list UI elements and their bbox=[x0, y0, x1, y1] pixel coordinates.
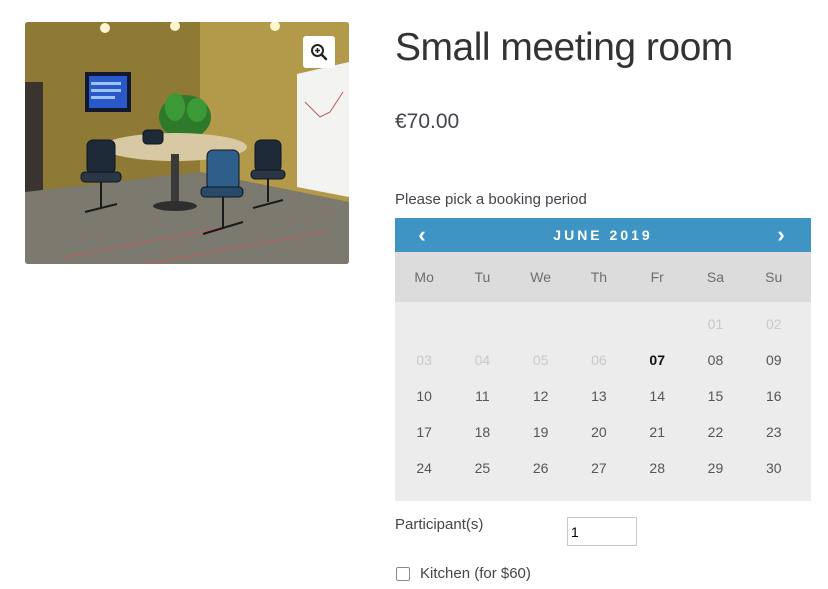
product-title: Small meeting room bbox=[395, 26, 733, 69]
calendar-week-row: 17 18 19 20 21 22 23 bbox=[395, 414, 811, 450]
calendar-days: 01 02 03 04 05 06 07 08 09 10 11 12 13 14 15 16 17 18 19 20… bbox=[395, 302, 811, 486]
zoom-button[interactable] bbox=[303, 36, 335, 68]
calendar-day: 03 bbox=[416, 352, 432, 368]
calendar-day[interactable]: 09 bbox=[745, 352, 803, 368]
calendar-day[interactable]: 14 bbox=[628, 388, 686, 404]
calendar-day[interactable]: 27 bbox=[570, 460, 628, 476]
calendar-week-row: 03 04 05 06 07 08 09 bbox=[395, 342, 811, 378]
calendar-month-label: JUNE 2019 bbox=[553, 227, 653, 243]
calendar-day[interactable]: 08 bbox=[686, 352, 744, 368]
zoom-in-icon bbox=[311, 44, 328, 61]
weekday-label: Th bbox=[590, 269, 608, 285]
kitchen-checkbox[interactable] bbox=[396, 566, 410, 581]
calendar-day[interactable]: 25 bbox=[453, 460, 511, 476]
calendar-day[interactable]: 15 bbox=[686, 388, 744, 404]
weekday-label: Fr bbox=[650, 269, 664, 285]
weekday-label: Sa bbox=[706, 269, 725, 285]
calendar-day: 01 bbox=[707, 316, 724, 332]
calendar-day: 04 bbox=[474, 352, 491, 368]
calendar-day[interactable]: 07 bbox=[628, 352, 686, 368]
calendar-day: 05 bbox=[532, 352, 549, 368]
calendar-week-row: 24 25 26 27 28 29 30 bbox=[395, 450, 811, 486]
calendar-day[interactable]: 23 bbox=[745, 424, 803, 440]
meeting-room-photo bbox=[25, 22, 349, 264]
participants-input[interactable] bbox=[567, 517, 637, 546]
calendar-day[interactable]: 10 bbox=[395, 388, 453, 404]
weekday-label: Tu bbox=[474, 269, 491, 285]
calendar-day[interactable]: 26 bbox=[512, 460, 570, 476]
calendar-day[interactable]: 28 bbox=[628, 460, 686, 476]
chevron-left-icon[interactable]: ‹ bbox=[402, 218, 442, 252]
calendar-day[interactable]: 18 bbox=[453, 424, 511, 440]
calendar-day[interactable]: 24 bbox=[395, 460, 453, 476]
chevron-right-icon[interactable]: › bbox=[761, 218, 801, 252]
calendar-header: ‹ JUNE 2019 › bbox=[395, 218, 811, 252]
weekday-label: Mo bbox=[414, 269, 434, 285]
calendar-week-row: 10 11 12 13 14 15 16 bbox=[395, 378, 811, 414]
calendar-day[interactable]: 12 bbox=[512, 388, 570, 404]
calendar-day[interactable]: 20 bbox=[570, 424, 628, 440]
kitchen-option[interactable]: Kitchen (for $60) bbox=[395, 565, 531, 582]
calendar-weekdays: Mo Tu We Th Fr Sa Su bbox=[395, 252, 811, 302]
calendar-day[interactable]: 19 bbox=[512, 424, 570, 440]
calendar-day[interactable]: 29 bbox=[686, 460, 744, 476]
calendar-day[interactable]: 17 bbox=[395, 424, 453, 440]
booking-calendar: ‹ JUNE 2019 › Mo Tu We Th Fr Sa Su 01 02 03 04 05 0… bbox=[395, 218, 811, 501]
calendar-day: 06 bbox=[591, 352, 607, 368]
product-price: €70.00 bbox=[395, 110, 460, 133]
weekday-label: Su bbox=[765, 269, 783, 285]
product-image[interactable] bbox=[25, 22, 349, 264]
calendar-day[interactable]: 21 bbox=[628, 424, 686, 440]
participants-label: Participant(s) bbox=[395, 516, 484, 533]
calendar-day[interactable]: 16 bbox=[745, 388, 803, 404]
calendar-day: 02 bbox=[765, 316, 782, 332]
calendar-day[interactable]: 22 bbox=[686, 424, 744, 440]
booking-period-label: Please pick a booking period bbox=[395, 191, 587, 208]
calendar-week-row: 01 02 bbox=[395, 306, 811, 342]
calendar-day[interactable]: 13 bbox=[570, 388, 628, 404]
calendar-day[interactable]: 30 bbox=[745, 460, 803, 476]
calendar-day[interactable]: 11 bbox=[453, 388, 511, 404]
kitchen-label: Kitchen (for $60) bbox=[420, 565, 531, 582]
weekday-label: We bbox=[530, 269, 552, 285]
